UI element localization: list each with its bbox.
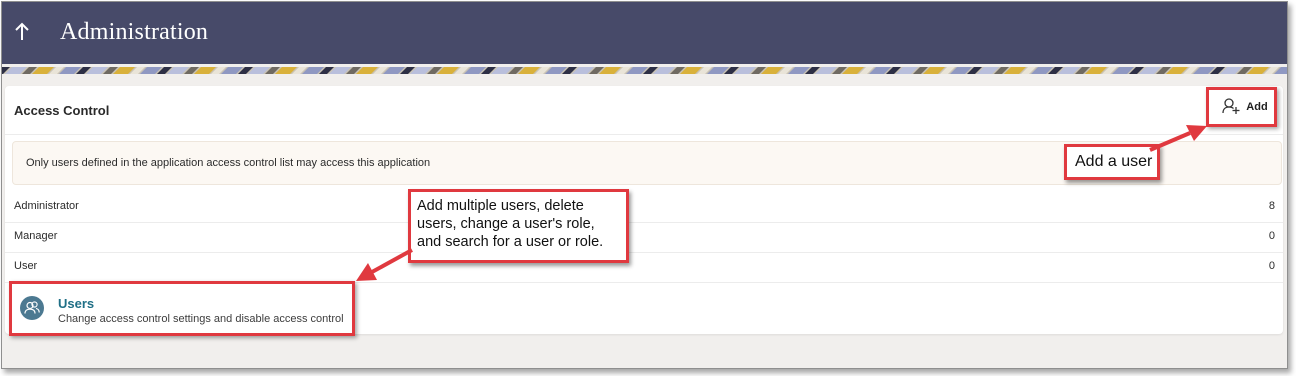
card-title: Access Control	[14, 103, 110, 118]
callout-users-link: Add multiple users, delete users, change…	[408, 189, 629, 263]
page-title: Administration	[60, 19, 209, 45]
role-row-manager[interactable]: Manager 0	[5, 222, 1283, 253]
callout-add-user-text: Add a user	[1075, 153, 1153, 170]
role-count: 0	[1268, 260, 1275, 272]
arrow-up-icon[interactable]	[12, 20, 32, 44]
callout-users-line-1: Add multiple users, delete	[417, 198, 584, 214]
callout-add-user: Add a user	[1064, 144, 1160, 180]
page-header: Administration	[2, 2, 1287, 64]
users-link-highlight	[9, 281, 355, 336]
decorative-banner	[2, 64, 1287, 74]
role-row-administrator[interactable]: Administrator 8	[5, 192, 1283, 223]
divider	[5, 134, 1283, 135]
callout-users-line-2: users, change a user's role,	[417, 216, 595, 232]
role-count: 0	[1268, 230, 1275, 242]
add-button-highlight	[1206, 87, 1277, 127]
role-count: 8	[1268, 200, 1275, 212]
role-row-user[interactable]: User 0	[5, 252, 1283, 283]
callout-users-line-3: and search for a user or role.	[417, 234, 604, 250]
notice-text: Only users defined in the application ac…	[26, 157, 431, 169]
role-name: Administrator	[14, 200, 79, 212]
role-name: Manager	[14, 230, 58, 242]
role-name: User	[14, 260, 38, 272]
